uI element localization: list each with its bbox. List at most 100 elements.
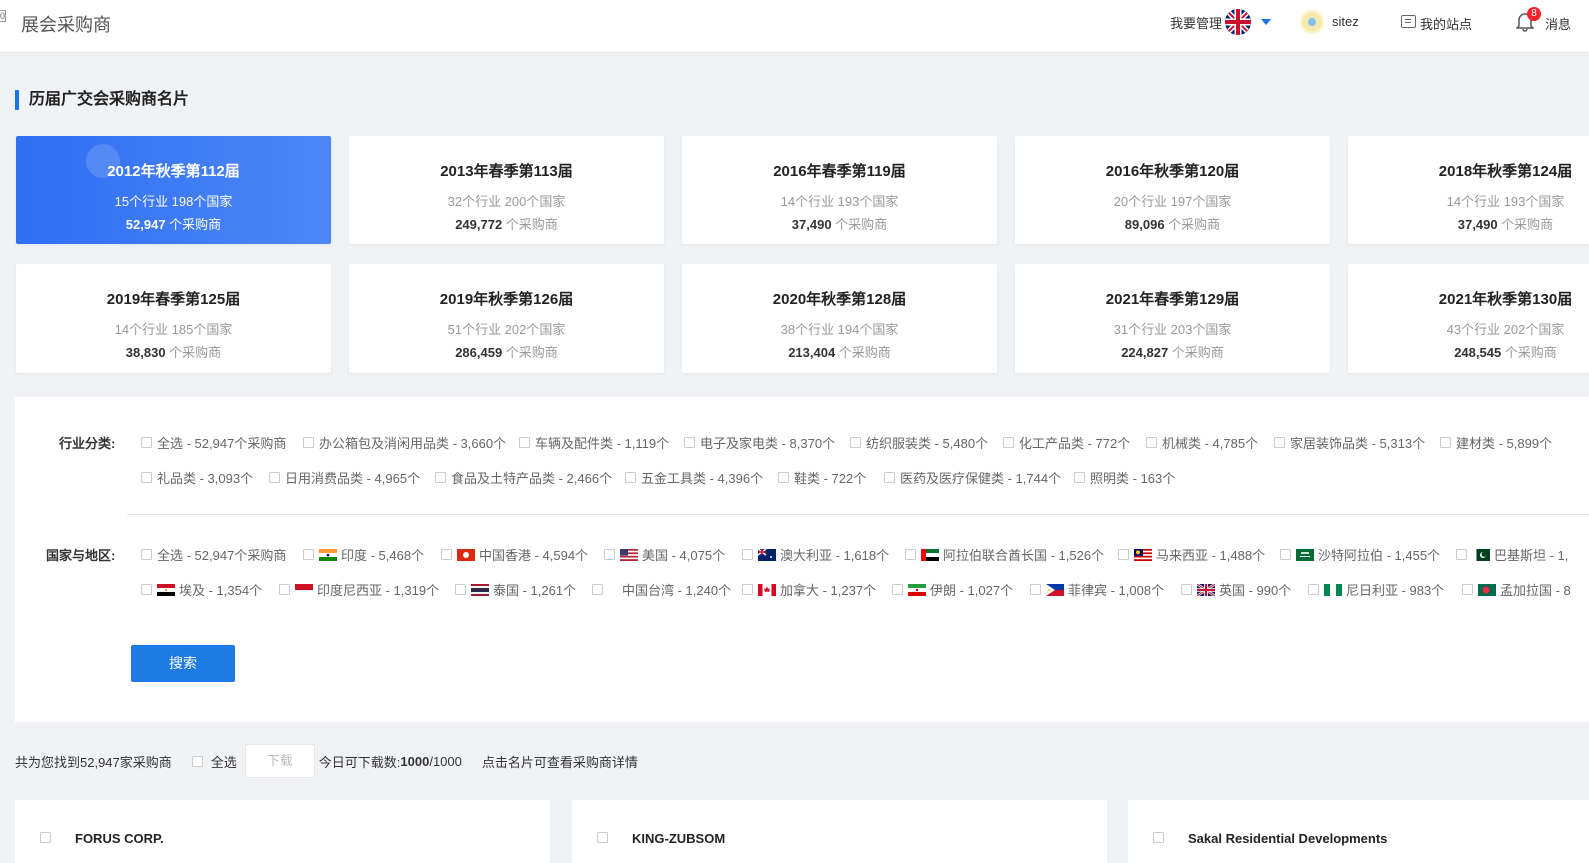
option-checkbox[interactable] — [778, 472, 789, 483]
industry-option[interactable]: 机械类 - 4,785个 — [1146, 433, 1258, 452]
option-label[interactable]: 伊朗 - 1,027个 — [930, 580, 1013, 599]
industry-option[interactable]: 食品及土特产品类 - 2,466个 — [435, 468, 612, 487]
country-option[interactable]: 尼日利亚 - 983个 — [1308, 580, 1444, 599]
option-label[interactable]: 食品及土特产品类 - 2,466个 — [451, 468, 612, 487]
buyer-checkbox[interactable] — [597, 832, 608, 843]
username[interactable]: sitez — [1332, 14, 1359, 29]
select-all-checkbox[interactable] — [191, 755, 203, 767]
industry-option[interactable]: 家居装饰品类 - 5,313个 — [1274, 433, 1425, 452]
option-label[interactable]: 菲律宾 - 1,008个 — [1068, 580, 1164, 599]
buyer-card[interactable]: Sakal Residential Developments — [1128, 800, 1589, 863]
session-card[interactable]: 2016年秋季第120届 20个行业 197个国家 89,096 个采购商 — [1015, 136, 1330, 244]
country-option[interactable]: 中国台湾 - 1,240个 — [592, 580, 731, 599]
option-label[interactable]: 巴基斯坦 - 1, — [1494, 545, 1568, 564]
country-option[interactable]: 澳大利亚 - 1,618个 — [742, 545, 889, 564]
monitor-icon[interactable] — [1401, 15, 1416, 28]
country-option[interactable]: 菲律宾 - 1,008个 — [1030, 580, 1164, 599]
option-checkbox[interactable] — [519, 437, 530, 448]
option-label[interactable]: 建材类 - 5,899个 — [1456, 433, 1552, 452]
option-label[interactable]: 尼日利亚 - 983个 — [1346, 580, 1444, 599]
option-label[interactable]: 五金工具类 - 4,396个 — [641, 468, 763, 487]
country-option[interactable]: 英国 - 990个 — [1181, 580, 1291, 599]
country-option[interactable]: 全选 - 52,947个采购商 — [141, 545, 286, 564]
option-checkbox[interactable] — [1181, 584, 1192, 595]
option-checkbox[interactable] — [141, 437, 152, 448]
industry-option[interactable]: 五金工具类 - 4,396个 — [625, 468, 763, 487]
option-checkbox[interactable] — [455, 584, 466, 595]
search-button[interactable]: 搜索 — [131, 645, 235, 682]
option-checkbox[interactable] — [1146, 437, 1157, 448]
option-checkbox[interactable] — [1440, 437, 1451, 448]
option-label[interactable]: 家居装饰品类 - 5,313个 — [1290, 433, 1425, 452]
buyer-checkbox[interactable] — [1153, 832, 1164, 843]
country-option[interactable]: 巴基斯坦 - 1, — [1456, 545, 1568, 564]
option-checkbox[interactable] — [141, 584, 152, 595]
option-checkbox[interactable] — [269, 472, 280, 483]
option-checkbox[interactable] — [884, 472, 895, 483]
option-label[interactable]: 全选 - 52,947个采购商 — [157, 433, 286, 452]
session-card[interactable]: 2021年秋季第130届 43个行业 202个国家 248,545 个采购商 — [1348, 264, 1589, 373]
option-label[interactable]: 埃及 - 1,354个 — [179, 580, 262, 599]
option-label[interactable]: 全选 - 52,947个采购商 — [157, 545, 286, 564]
session-card[interactable]: 2012年秋季第112届 15个行业 198个国家 52,947 个采购商 — [16, 136, 331, 244]
option-label[interactable]: 照明类 - 163个 — [1090, 468, 1175, 487]
session-card[interactable]: 2020年秋季第128届 38个行业 194个国家 213,404 个采购商 — [682, 264, 997, 373]
option-label[interactable]: 医药及医疗保健类 - 1,744个 — [900, 468, 1061, 487]
option-checkbox[interactable] — [141, 472, 152, 483]
uk-flag-icon[interactable] — [1225, 9, 1251, 35]
industry-option[interactable]: 照明类 - 163个 — [1074, 468, 1175, 487]
industry-option[interactable]: 化工产品类 - 772个 — [1003, 433, 1130, 452]
option-label[interactable]: 纺织服装类 - 5,480个 — [866, 433, 988, 452]
option-checkbox[interactable] — [604, 549, 615, 560]
country-option[interactable]: 埃及 - 1,354个 — [141, 580, 262, 599]
option-checkbox[interactable] — [1274, 437, 1285, 448]
country-option[interactable]: 孟加拉国 - 8 — [1462, 580, 1571, 599]
industry-option[interactable]: 日用消费品类 - 4,965个 — [269, 468, 420, 487]
manage-link[interactable]: 我要管理 — [1170, 13, 1222, 32]
industry-option[interactable]: 全选 - 52,947个采购商 — [141, 433, 286, 452]
select-all-label[interactable]: 全选 — [211, 752, 237, 771]
option-label[interactable]: 办公箱包及消闲用品类 - 3,660个 — [319, 433, 506, 452]
option-label[interactable]: 英国 - 990个 — [1219, 580, 1291, 599]
option-label[interactable]: 印度 - 5,468个 — [341, 545, 424, 564]
session-card[interactable]: 2019年春季第125届 14个行业 185个国家 38,830 个采购商 — [16, 264, 331, 373]
option-checkbox[interactable] — [1118, 549, 1129, 560]
option-checkbox[interactable] — [684, 437, 695, 448]
industry-option[interactable]: 建材类 - 5,899个 — [1440, 433, 1552, 452]
country-option[interactable]: 加拿大 - 1,237个 — [742, 580, 876, 599]
chevron-down-icon[interactable] — [1261, 19, 1271, 25]
option-label[interactable]: 化工产品类 - 772个 — [1019, 433, 1130, 452]
country-option[interactable]: 美国 - 4,075个 — [604, 545, 725, 564]
download-button[interactable]: 下载 — [244, 744, 315, 778]
country-option[interactable]: 伊朗 - 1,027个 — [892, 580, 1013, 599]
country-option[interactable]: 印度 - 5,468个 — [303, 545, 424, 564]
option-label[interactable]: 泰国 - 1,261个 — [493, 580, 576, 599]
option-checkbox[interactable] — [303, 437, 314, 448]
option-checkbox[interactable] — [1074, 472, 1085, 483]
industry-option[interactable]: 鞋类 - 722个 — [778, 468, 866, 487]
industry-option[interactable]: 电子及家电类 - 8,370个 — [684, 433, 835, 452]
option-checkbox[interactable] — [141, 549, 152, 560]
option-checkbox[interactable] — [1456, 549, 1467, 560]
option-checkbox[interactable] — [850, 437, 861, 448]
buyer-card[interactable]: KING-ZUBSOM — [572, 800, 1107, 863]
buyer-name[interactable]: FORUS CORP. — [75, 831, 164, 846]
option-checkbox[interactable] — [435, 472, 446, 483]
option-label[interactable]: 美国 - 4,075个 — [642, 545, 725, 564]
country-option[interactable]: 马来西亚 - 1,488个 — [1118, 545, 1265, 564]
option-label[interactable]: 马来西亚 - 1,488个 — [1156, 545, 1265, 564]
country-option[interactable]: 阿拉伯联合酋长国 - 1,526个 — [905, 545, 1104, 564]
option-label[interactable]: 日用消费品类 - 4,965个 — [285, 468, 420, 487]
option-checkbox[interactable] — [1308, 584, 1319, 595]
option-label[interactable]: 印度尼西亚 - 1,319个 — [317, 580, 439, 599]
option-checkbox[interactable] — [905, 549, 916, 560]
option-checkbox[interactable] — [303, 549, 314, 560]
option-label[interactable]: 加拿大 - 1,237个 — [780, 580, 876, 599]
industry-option[interactable]: 办公箱包及消闲用品类 - 3,660个 — [303, 433, 506, 452]
option-checkbox[interactable] — [592, 584, 603, 595]
session-card[interactable]: 2018年秋季第124届 14个行业 193个国家 37,490 个采购商 — [1348, 136, 1589, 244]
option-label[interactable]: 车辆及配件类 - 1,119个 — [535, 433, 669, 452]
avatar[interactable] — [1300, 10, 1324, 34]
my-site-link[interactable]: 我的站点 — [1420, 14, 1472, 33]
industry-option[interactable]: 礼品类 - 3,093个 — [141, 468, 253, 487]
